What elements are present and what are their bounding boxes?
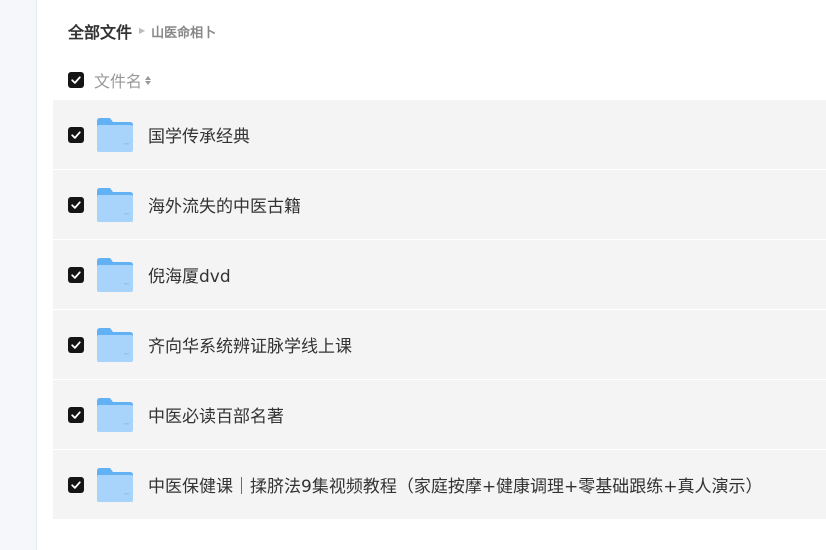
file-name[interactable]: 齐向华系统辨证脉学线上课: [148, 332, 352, 357]
file-row[interactable]: 国学传承经典: [53, 100, 826, 170]
breadcrumb-separator-icon: ▶: [139, 26, 146, 35]
breadcrumb-current: 山医命相卜: [151, 25, 217, 41]
row-checkbox[interactable]: [68, 406, 84, 423]
row-checkbox[interactable]: [68, 336, 84, 353]
breadcrumb-root-link[interactable]: 全部文件: [68, 19, 132, 43]
folder-icon: [97, 257, 133, 292]
folder-icon: [97, 117, 133, 152]
check-icon: [71, 200, 81, 209]
check-icon: [71, 76, 81, 84]
row-checkbox[interactable]: [68, 196, 84, 213]
select-all-checkbox[interactable]: [68, 72, 84, 88]
file-row[interactable]: 海外流失的中医古籍: [53, 170, 826, 240]
file-list: 国学传承经典 海外流失的中医古籍 倪海厦dvd 齐向华系统辨证脉学线上课 中医必…: [53, 100, 826, 520]
folder-icon: [97, 187, 133, 222]
file-row[interactable]: 中医必读百部名著: [53, 380, 826, 450]
check-icon: [71, 340, 81, 349]
row-checkbox[interactable]: [68, 126, 84, 143]
check-icon: [71, 410, 81, 419]
sort-icon[interactable]: [145, 73, 152, 87]
folder-icon: [97, 467, 133, 502]
filename-column-header[interactable]: 文件名: [94, 68, 142, 92]
file-row[interactable]: 中医保健课｜揉脐法9集视频教程（家庭按摩+健康调理+零基础跟练+真人演示）: [53, 450, 826, 520]
file-row[interactable]: 倪海厦dvd: [53, 240, 826, 310]
file-name[interactable]: 国学传承经典: [148, 122, 250, 147]
file-name[interactable]: 海外流失的中医古籍: [148, 192, 301, 217]
folder-icon: [97, 327, 133, 362]
left-sidebar-rail: [0, 0, 37, 550]
list-header: 文件名: [68, 68, 152, 92]
file-row[interactable]: 齐向华系统辨证脉学线上课: [53, 310, 826, 380]
file-name[interactable]: 中医必读百部名著: [148, 402, 284, 427]
check-icon: [71, 270, 81, 279]
row-checkbox[interactable]: [68, 476, 84, 493]
breadcrumb: 全部文件 ▶ 山医命相卜: [68, 20, 216, 42]
check-icon: [71, 480, 81, 489]
file-name[interactable]: 倪海厦dvd: [148, 262, 231, 287]
row-checkbox[interactable]: [68, 266, 84, 283]
check-icon: [71, 130, 81, 139]
file-name[interactable]: 中医保健课｜揉脐法9集视频教程（家庭按摩+健康调理+零基础跟练+真人演示）: [148, 472, 763, 497]
folder-icon: [97, 397, 133, 432]
